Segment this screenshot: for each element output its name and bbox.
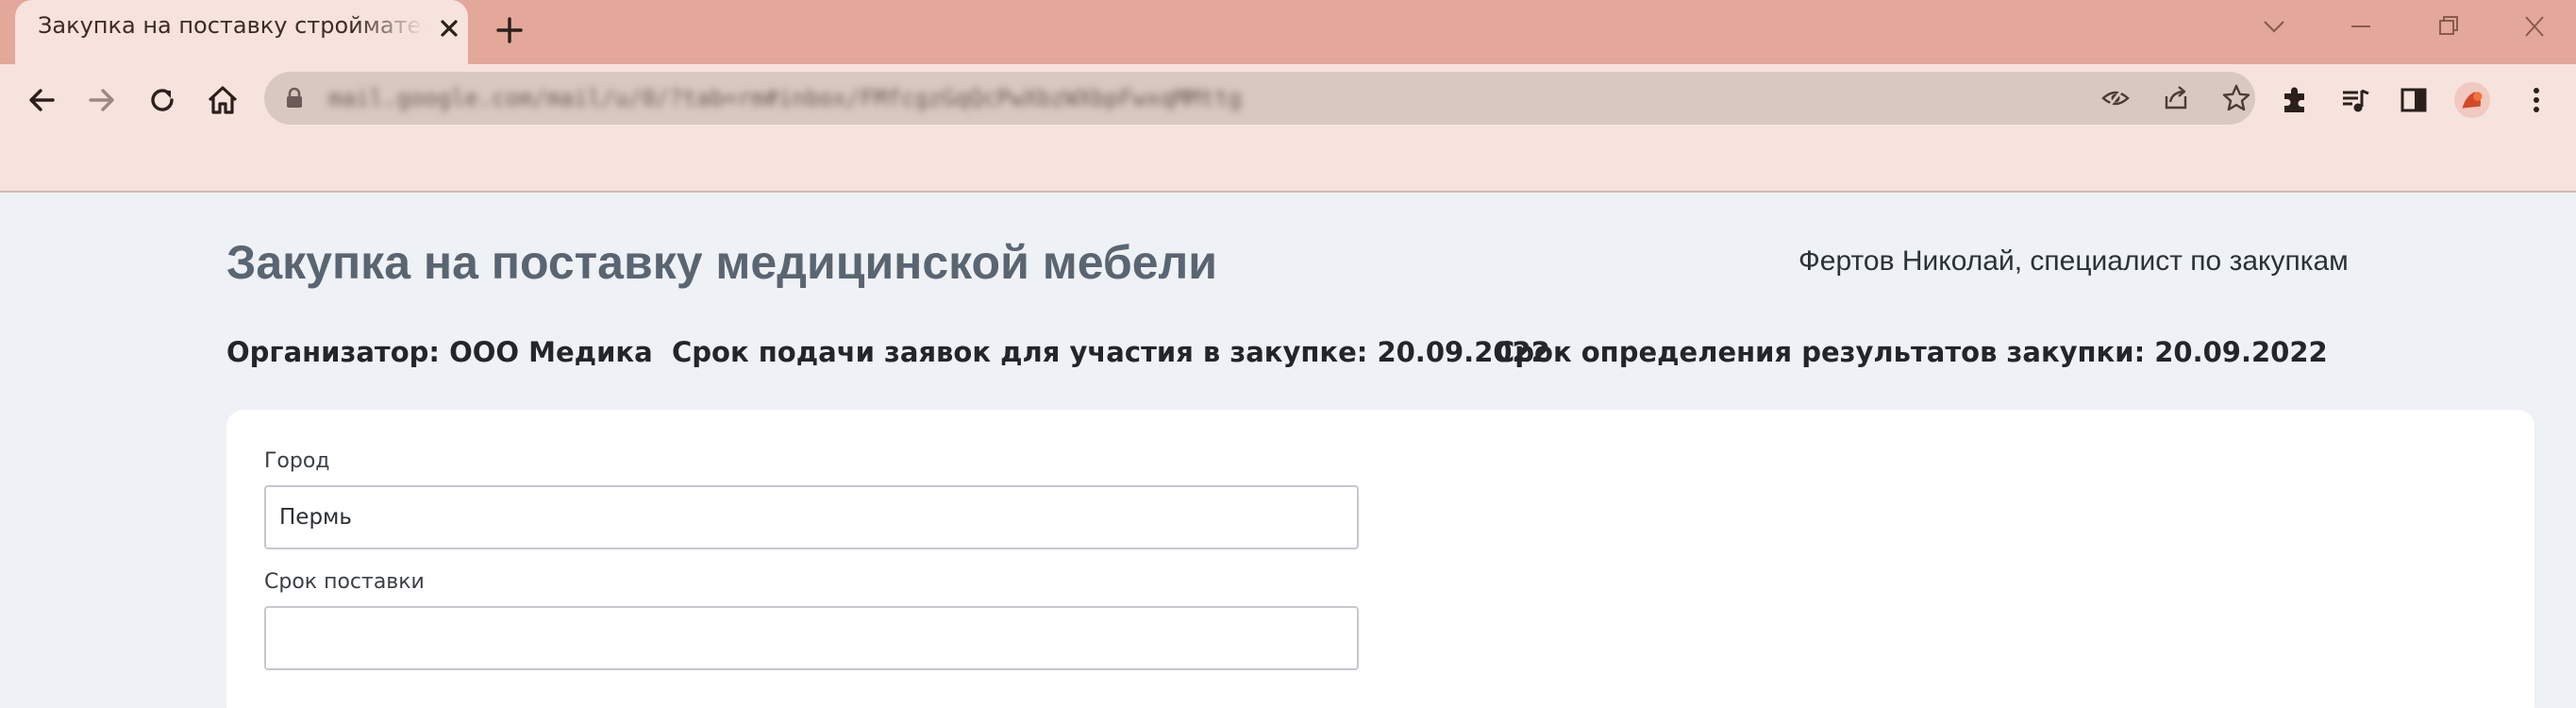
back-button[interactable] [21,79,62,121]
extensions-button[interactable] [2276,79,2314,121]
results-date: Срок определения результатов закупки: 20… [1495,336,2328,368]
forward-icon [89,89,114,111]
minimize-icon[interactable] [2342,11,2380,42]
media-icon [2343,89,2369,112]
lock-icon[interactable] [283,87,306,110]
close-window-icon[interactable] [2516,11,2553,42]
page-title: Закупка на поставку медицинской мебели [226,236,1218,289]
plus-icon[interactable] [493,13,527,47]
eye-icon[interactable] [2100,83,2131,113]
reload-button[interactable] [142,79,183,121]
reload-icon [151,89,174,111]
home-icon [208,86,238,114]
browser-toolbar: mail.google.com/mail/u/0/?tab=rm#inbox/F… [0,64,2576,193]
close-icon[interactable] [436,15,462,42]
browser-tab[interactable]: Закупка на поставку стройматериалов [15,0,468,64]
chevron-down-icon[interactable] [2255,11,2293,42]
sidepanel-button[interactable] [2395,79,2433,121]
user-info: Фертов Николай, специалист по закупкам [1798,245,2349,277]
tab-title: Закупка на поставку стройматериалов [38,12,425,39]
procurement-form: Город Срок поставки [226,410,2534,708]
sidepanel-icon [2400,88,2427,112]
home-button[interactable] [202,79,243,121]
restore-icon[interactable] [2429,11,2467,42]
star-icon[interactable] [2221,83,2251,113]
back-icon [29,89,55,111]
delivery-term-input[interactable] [264,606,1359,670]
menu-icon [2534,88,2539,112]
city-input[interactable] [264,485,1359,549]
organizer-text: Организатор: ООО Медика [226,336,653,368]
url-text[interactable]: mail.google.com/mail/u/0/?tab=rm#inbox/F… [328,81,1242,115]
forward-button[interactable] [81,79,123,121]
profile-avatar [2453,81,2491,119]
extensions-icon [2284,87,2304,112]
profile-button[interactable] [2453,79,2491,121]
browser-titlebar: Закупка на поставку стройматериалов [0,0,2576,64]
address-bar[interactable]: mail.google.com/mail/u/0/?tab=rm#inbox/F… [264,72,2255,125]
media-button[interactable] [2336,79,2374,121]
share-icon[interactable] [2161,83,2191,113]
menu-button[interactable] [2517,79,2555,121]
application-deadline: Срок подачи заявок для участия в закупке… [672,336,1550,368]
city-label: Город [264,449,330,473]
delivery-term-label: Срок поставки [264,570,425,594]
